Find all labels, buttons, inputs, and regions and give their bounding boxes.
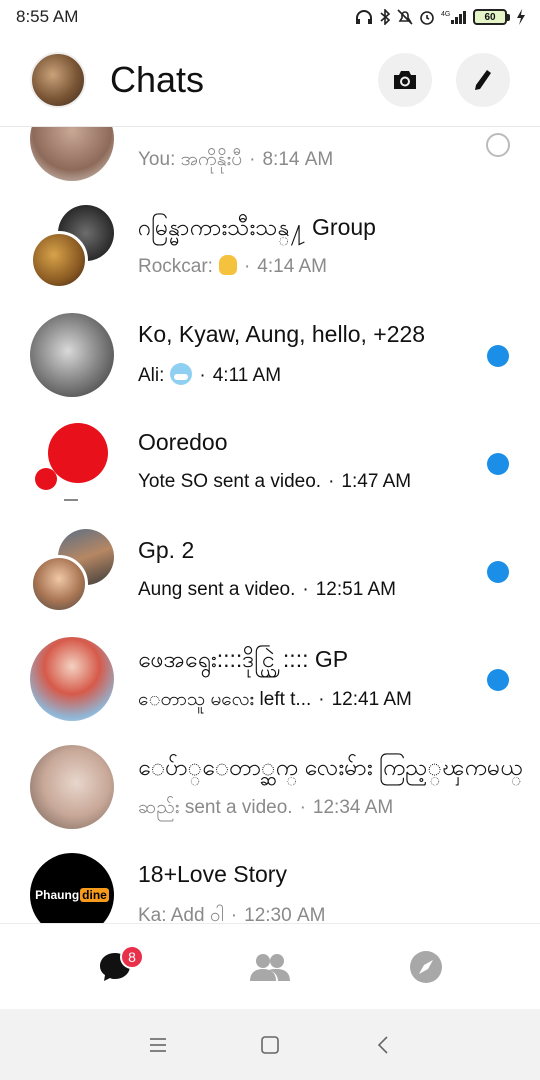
menu-icon [150,1038,166,1052]
menu-button[interactable] [144,1031,172,1059]
unread-dot [487,561,509,583]
chat-preview: ဆည်း sent a video. · 12:34 AM [138,797,394,818]
tab-discover[interactable] [403,944,449,990]
group-avatar [30,529,114,613]
chat-row[interactable]: ဖေအရွေး::::ဒိုင္ယြဲ:::: GP ေတာသူ မလေး le… [0,625,540,733]
chat-row[interactable]: Ko, Kyaw, Aung, hello, +228 Ali: · 4:11 AM [0,301,540,409]
ooredoo-logo-icon [35,423,108,501]
waving-hand-icon [218,255,237,275]
status-time: 8:55 AM [16,7,79,26]
alarm-icon [420,11,434,25]
chat-name: Ko, Kyaw, Aung, hello, +228 [138,321,426,347]
unread-dot [487,345,509,367]
status-icons: 4G 60 [355,9,526,25]
chat-name: ေပ်ာ္ေတာ္ဆက္ လေးမ်ား ကြည့္ၾကမယ္ [138,754,523,780]
chat-avatar [30,127,114,181]
camera-button[interactable] [378,53,432,107]
profile-avatar[interactable] [30,52,86,108]
battery-icon: 60 [473,9,510,25]
chat-avatar [30,745,114,829]
signal-icon: 4G [441,11,466,24]
unread-count-badge: 8 [120,945,144,969]
chat-row[interactable]: Gp. 2 Aung sent a video. · 12:51 AM [0,517,540,625]
chat-name: Gp. 2 [138,537,195,563]
chat-preview: Yote SO sent a video. · 1:47 AM [138,471,412,492]
unread-dot [487,669,509,691]
chat-name: Ooredoo [138,429,228,455]
chat-name: ဂမြန္မာကားသီးသန္႔ Group [138,214,376,240]
status-bar: 8:55 AM 4G 60 [0,0,540,34]
compass-icon [410,951,442,983]
page-title: Chats [110,59,205,100]
chat-avatar [30,421,114,505]
home-square-icon [261,1036,279,1054]
compose-button[interactable] [456,53,510,107]
avatar-logo-text: Phaung dine [35,888,109,902]
unread-dot [487,453,509,475]
header: Chats [0,34,540,126]
chat-preview: ေတာသူ မလေး left t... · 12:41 AM [138,689,412,710]
bluetooth-icon [380,9,391,25]
chat-row[interactable]: Ooredoo Yote SO sent a video. · 1:47 AM [0,409,540,517]
svg-text:4G: 4G [441,11,450,18]
face-emoji-icon [170,363,193,385]
chat-preview: Ka: Add ဝါ · 12:30 AM [138,905,326,923]
chat-name: 18+Love Story [138,861,287,887]
chat-preview: Ali: · 4:11 AM [138,363,282,386]
chat-avatar [30,637,114,721]
chat-preview: You: အကိုနိုးပီ · 8:14 AM [138,149,334,170]
group-avatar [30,205,114,289]
back-chevron-icon [377,1036,388,1054]
chat-name: ဖေအရွေး::::ဒိုင္ယြဲ:::: GP [138,646,349,672]
chat-row[interactable]: ေပ်ာ္ေတာ္ဆက္ လေးမ်ား ကြည့္ၾကမယ္ ဆည်း sen… [0,733,540,841]
charging-icon [517,9,525,25]
chat-row[interactable]: ဂမြန္မာကားသီးသန္႔ Group Rockcar: · 4:14 AM [0,193,540,301]
tab-people[interactable] [247,944,293,990]
chat-list[interactable]: You: အကိုနိုးပီ · 8:14 AM ဂမြန္မာကားသီးသန္… [0,127,540,923]
chat-row[interactable]: Phaung dine 18+Love Story Ka: Add ဝါ · 12:3… [0,841,540,923]
chat-preview: Aung sent a video. · 12:51 AM [138,579,396,600]
chat-avatar [30,313,114,397]
chat-preview: Rockcar: · 4:14 AM [138,255,328,277]
mute-bell-icon [397,9,413,25]
system-nav-bar [0,1009,540,1080]
people-icon [250,954,290,981]
bottom-nav: 8 [0,923,540,1009]
home-button[interactable] [256,1031,284,1059]
chat-avatar: Phaung dine [30,853,114,923]
seen-indicator-icon [486,133,510,157]
camera-icon [394,71,416,89]
back-button[interactable] [369,1031,397,1059]
chat-row[interactable]: You: အကိုနိုးပီ · 8:14 AM [0,127,540,193]
pencil-icon [475,70,491,90]
headphones-icon [356,10,372,24]
